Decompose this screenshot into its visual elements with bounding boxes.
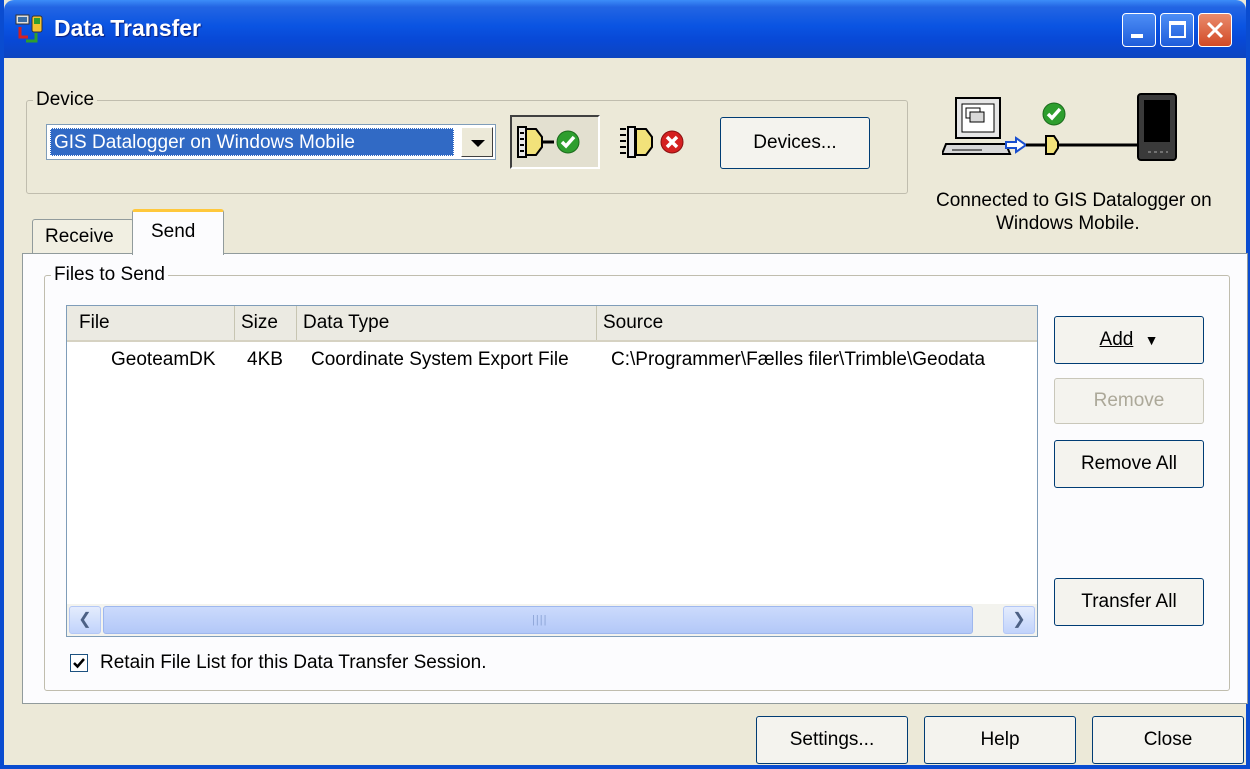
- window-title: Data Transfer: [54, 15, 202, 41]
- scrollbar-thumb[interactable]: ||||: [103, 606, 973, 634]
- column-header-size[interactable]: Size: [235, 306, 297, 340]
- data-transfer-app-icon: [15, 14, 43, 43]
- close-icon: [1206, 21, 1224, 39]
- retain-file-list-label[interactable]: Retain File List for this Data Transfer …: [100, 652, 487, 674]
- row-file-cell: GeoteamDK: [111, 349, 216, 370]
- connect-button[interactable]: [510, 115, 600, 169]
- connect-plug-check-icon: [517, 126, 580, 158]
- add-button-label: Add: [1099, 329, 1134, 350]
- files-group-label: Files to Send: [51, 264, 168, 286]
- checkmark-icon: [73, 658, 85, 669]
- device-select-value: GIS Datalogger on Windows Mobile: [50, 128, 454, 156]
- files-list-header: File Size Data Type Source: [67, 306, 1037, 342]
- tab-receive[interactable]: Receive: [32, 219, 134, 253]
- remove-all-button[interactable]: Remove All: [1054, 440, 1204, 488]
- remove-button[interactable]: Remove: [1054, 378, 1204, 424]
- chevron-left-icon: ❮: [78, 611, 92, 628]
- row-type-cell: Coordinate System Export File: [311, 349, 569, 370]
- row-size-cell: 4KB: [247, 349, 283, 370]
- dropdown-arrow-icon: ▼: [1144, 332, 1159, 348]
- column-header-source[interactable]: Source: [597, 306, 1037, 340]
- row-source-cell: C:\Programmer\Fælles filer\Trimble\Geoda…: [611, 349, 986, 370]
- chevron-down-icon[interactable]: [461, 127, 493, 157]
- device-select[interactable]: GIS Datalogger on Windows Mobile: [46, 124, 496, 160]
- files-list[interactable]: File Size Data Type Source GeoteamDK 4KB…: [66, 305, 1038, 637]
- maximize-icon: [1169, 21, 1186, 38]
- help-button[interactable]: Help: [924, 716, 1076, 764]
- connection-status-line1: Connected to GIS Datalogger on: [936, 190, 1212, 211]
- chevron-right-icon: ❯: [1012, 611, 1026, 628]
- column-header-file[interactable]: File: [67, 306, 235, 340]
- transfer-all-button[interactable]: Transfer All: [1054, 578, 1204, 626]
- pc-to-handheld-connected-icon: [942, 93, 1177, 161]
- disconnect-button[interactable]: [610, 115, 700, 169]
- tab-send[interactable]: Send: [132, 209, 224, 255]
- disconnect-plug-x-icon: [620, 126, 684, 158]
- scroll-right-button[interactable]: ❯: [1003, 606, 1035, 634]
- close-window-button[interactable]: [1198, 13, 1232, 47]
- settings-button[interactable]: Settings...: [756, 716, 908, 764]
- column-header-data-type[interactable]: Data Type: [297, 306, 597, 340]
- minimize-icon: [1131, 34, 1143, 38]
- close-button[interactable]: Close: [1092, 716, 1244, 764]
- minimize-button[interactable]: [1122, 13, 1156, 47]
- data-transfer-window: Data Transfer Device GIS Datalogger on W…: [0, 0, 1250, 769]
- device-group-label: Device: [33, 89, 98, 111]
- connection-status-line2: Windows Mobile.: [996, 213, 1140, 234]
- maximize-button[interactable]: [1160, 13, 1194, 47]
- scroll-grip-icon: ||||: [532, 614, 548, 626]
- scroll-left-button[interactable]: ❮: [69, 606, 101, 634]
- horizontal-scrollbar[interactable]: ❮ |||| ❯: [67, 604, 1037, 636]
- add-button[interactable]: Add ▼: [1054, 316, 1204, 364]
- devices-button[interactable]: Devices...: [720, 117, 870, 169]
- title-bar[interactable]: Data Transfer: [4, 0, 1246, 58]
- retain-file-list-checkbox[interactable]: [70, 654, 88, 672]
